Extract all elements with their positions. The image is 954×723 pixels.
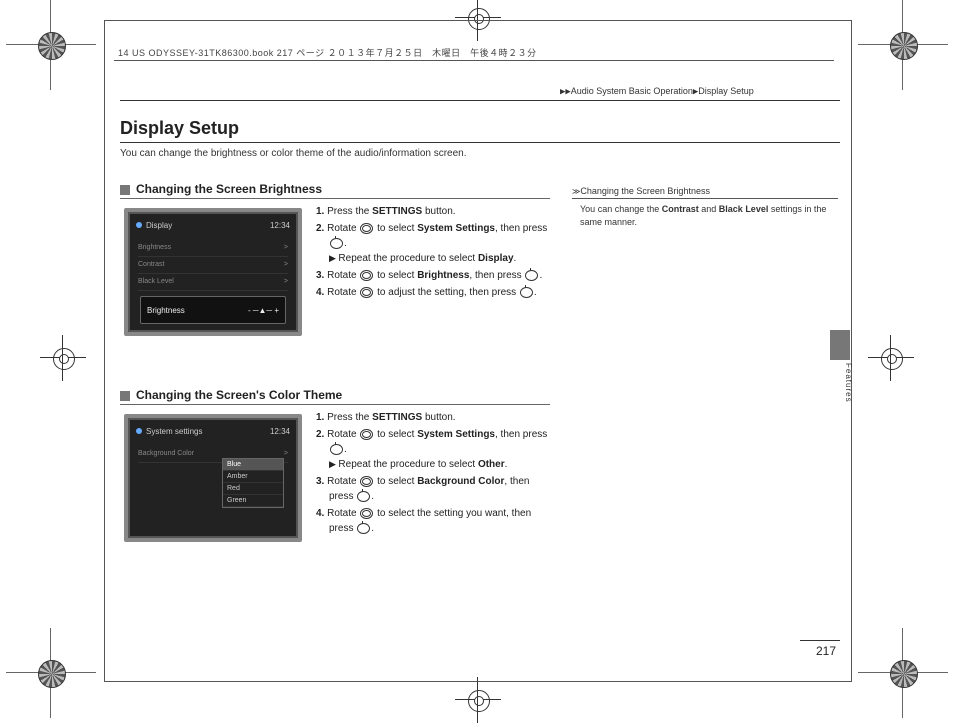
section-heading-color-theme: Changing the Screen's Color Theme	[120, 388, 550, 405]
step-1: 1. Press the SETTINGS button.	[316, 410, 556, 425]
list-row: Black Level	[138, 275, 174, 289]
screenshot-background-color: System settings 12:34 Background Color> …	[124, 414, 302, 542]
step-1: 1. Press the SETTINGS button.	[316, 204, 556, 219]
list-row: Background Color	[138, 447, 194, 461]
divider	[120, 142, 840, 143]
screenshot-dropdown: Blue Amber Red Green	[222, 458, 284, 508]
breadcrumb-a: Audio System Basic Operation	[571, 86, 693, 96]
steps-brightness: 1. Press the SETTINGS button. 2. Rotate …	[316, 204, 556, 302]
sidebar-note-heading: ≫Changing the Screen Brightness	[572, 186, 838, 199]
press-button-icon	[520, 287, 533, 298]
side-tab-label: Features	[844, 363, 853, 403]
registration-mark-icon	[878, 345, 904, 371]
press-button-icon	[525, 270, 538, 281]
press-button-icon	[330, 444, 343, 455]
screenshot-clock: 12:34	[270, 221, 290, 230]
triangle-right-icon: ▶	[329, 253, 338, 263]
triangle-right-icon: ▶	[329, 459, 338, 469]
dropdown-option: Blue	[223, 459, 283, 471]
side-tab	[830, 330, 850, 360]
rotate-dial-icon	[360, 223, 373, 234]
step-3: 3. Rotate to select Brightness, then pre…	[316, 268, 556, 283]
breadcrumb-b: Display Setup	[698, 86, 754, 96]
section-heading-text: Changing the Screen Brightness	[136, 182, 322, 196]
page-number: 217	[816, 644, 836, 658]
list-row: Contrast	[138, 258, 164, 272]
step-4: 4. Rotate to select the setting you want…	[316, 506, 556, 536]
press-button-icon	[357, 491, 370, 502]
crop-mark-icon	[36, 658, 66, 688]
document-header-text: 14 US ODYSSEY-31TK86300.book 217 ページ ２０１…	[118, 48, 537, 58]
screenshot-slider-popup: Brightness - ─▲─ +	[140, 296, 286, 324]
registration-mark-icon	[465, 687, 491, 713]
popup-label: Brightness	[147, 306, 185, 315]
rotate-dial-icon	[360, 429, 373, 440]
screenshot-title: Display	[146, 221, 172, 230]
section-heading-text: Changing the Screen's Color Theme	[136, 388, 342, 402]
press-button-icon	[357, 523, 370, 534]
rotate-dial-icon	[360, 476, 373, 487]
dot-icon	[136, 222, 142, 228]
list-row: Brightness	[138, 241, 171, 255]
divider	[120, 100, 840, 101]
rotate-dial-icon	[360, 287, 373, 298]
page-title: Display Setup	[120, 118, 239, 139]
step-3: 3. Rotate to select Background Color, th…	[316, 474, 556, 504]
square-bullet-icon	[120, 185, 130, 195]
registration-mark-icon	[50, 345, 76, 371]
slider-icon: - ─▲─ +	[248, 306, 279, 315]
dropdown-option: Red	[223, 483, 283, 495]
screenshot-title: System settings	[146, 427, 202, 436]
screenshot-list: Brightness> Contrast> Black Level>	[138, 240, 288, 291]
dropdown-option: Green	[223, 495, 283, 507]
step-2: 2. Rotate to select System Settings, the…	[316, 427, 556, 472]
step-2: 2. Rotate to select System Settings, the…	[316, 221, 556, 266]
step-4: 4. Rotate to adjust the setting, then pr…	[316, 285, 556, 300]
document-header: 14 US ODYSSEY-31TK86300.book 217 ページ ２０１…	[118, 46, 537, 59]
crop-mark-icon	[888, 658, 918, 688]
rotate-dial-icon	[360, 508, 373, 519]
section-heading-brightness: Changing the Screen Brightness	[120, 182, 550, 199]
chevron-right-icon: ▶▶	[560, 89, 571, 96]
screenshot-clock: 12:34	[270, 427, 290, 436]
breadcrumb: ▶▶Audio System Basic Operation▶Display S…	[560, 86, 754, 96]
square-bullet-icon	[120, 391, 130, 401]
dropdown-option: Amber	[223, 471, 283, 483]
intro-text: You can change the brightness or color t…	[120, 148, 467, 159]
divider	[800, 640, 840, 641]
press-button-icon	[330, 238, 343, 249]
steps-color-theme: 1. Press the SETTINGS button. 2. Rotate …	[316, 410, 556, 538]
sidebar-note-body: You can change the Contrast and Black Le…	[572, 203, 838, 229]
sidebar-note: ≫Changing the Screen Brightness You can …	[572, 186, 838, 229]
crop-mark-icon	[888, 30, 918, 60]
screenshot-display-brightness: Display 12:34 Brightness> Contrast> Blac…	[124, 208, 302, 336]
crop-mark-icon	[36, 30, 66, 60]
dot-icon	[136, 428, 142, 434]
rotate-dial-icon	[360, 270, 373, 281]
